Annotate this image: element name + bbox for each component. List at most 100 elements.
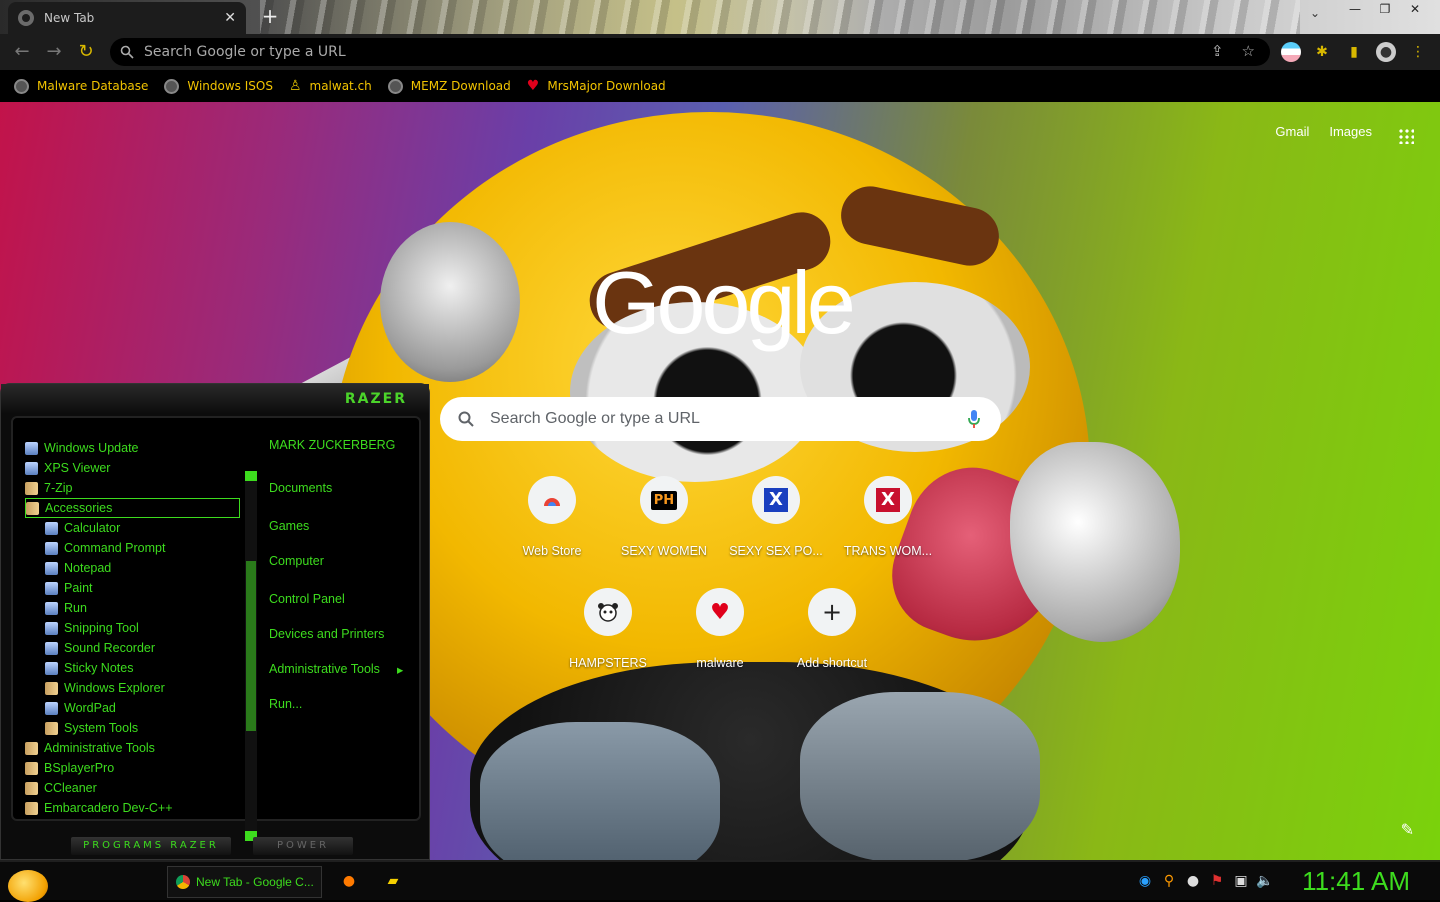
program-item[interactable]: BSplayerPro [25, 758, 240, 778]
control-panel-link[interactable]: Control Panel [269, 592, 419, 606]
flag-extension-icon[interactable] [1281, 42, 1301, 62]
menu-kebab-icon[interactable]: ⋮ [1408, 42, 1428, 62]
run-link[interactable]: Run... [269, 697, 419, 711]
bookmark-label: MEMZ Download [410, 79, 511, 93]
program-item[interactable]: Calculator [25, 518, 240, 538]
program-item[interactable]: Windows Update [25, 438, 240, 458]
close-window-button[interactable]: ✕ [1400, 0, 1430, 18]
tab-close-icon[interactable]: ✕ [224, 10, 236, 26]
programs-scrollbar[interactable] [245, 471, 257, 841]
tray-circle-icon[interactable]: ● [1184, 872, 1202, 890]
program-label: Notepad [64, 561, 112, 575]
bookmark-windows-isos[interactable]: Windows ISOS [164, 78, 273, 94]
bookmark-label: Windows ISOS [187, 79, 273, 93]
power-button[interactable]: POWER [253, 837, 353, 855]
shortcut-label: SEXY WOMEN [621, 544, 707, 558]
bookmark-label: Malware Database [37, 79, 149, 93]
program-icon [45, 661, 58, 675]
program-item[interactable]: Run [25, 598, 240, 618]
program-label: Run [64, 601, 87, 615]
action-center-flag-icon[interactable]: ⚑ [1208, 872, 1226, 890]
program-item[interactable]: XPS Viewer [25, 458, 240, 478]
tab-search-chevron-icon[interactable]: ⌄ [1310, 6, 1320, 20]
folder-icon[interactable]: ▰ [384, 872, 402, 890]
folder-icon [25, 481, 38, 495]
new-tab-button[interactable]: + [258, 5, 282, 29]
bookmark-mrsmajor-download[interactable]: ♥ MrsMajor Download [527, 78, 666, 94]
folder-icon [25, 741, 38, 755]
shortcut-trans-wom[interactable]: X TRANS WOM... [832, 476, 944, 588]
program-item[interactable]: Sound Recorder [25, 638, 240, 658]
omnibox-input[interactable]: Search Google or type a URL [110, 38, 1270, 66]
devices-printers-link[interactable]: Devices and Printers [269, 627, 419, 641]
scrollbar-thumb[interactable] [246, 561, 256, 731]
images-link[interactable]: Images [1329, 124, 1372, 139]
hamster-icon [584, 588, 632, 636]
program-item[interactable]: WordPad [25, 698, 240, 718]
tab-new-tab[interactable]: New Tab ✕ [8, 2, 246, 34]
bookmark-malware-database[interactable]: Malware Database [14, 78, 149, 94]
taskbar-clock[interactable]: 11:41 AM [1302, 866, 1410, 897]
documents-link[interactable]: Documents [269, 481, 419, 495]
shortcut-sexy-women[interactable]: PH SEXY WOMEN [608, 476, 720, 588]
shortcut-sexy-sex-po[interactable]: X SEXY SEX PO... [720, 476, 832, 588]
program-item[interactable]: Accessories [25, 498, 240, 518]
bookmark-malwatch[interactable]: ♙ malwat.ch [289, 78, 372, 94]
network-monitor-icon[interactable]: ▣ [1232, 872, 1250, 890]
program-item[interactable]: Command Prompt [25, 538, 240, 558]
gmail-link[interactable]: Gmail [1275, 124, 1309, 139]
games-link[interactable]: Games [269, 519, 419, 533]
network-globe-icon[interactable]: ◉ [1136, 872, 1154, 890]
reload-icon[interactable]: ↻ [70, 36, 102, 68]
volume-icon[interactable]: 🔈 [1256, 872, 1274, 890]
user-name[interactable]: MARK ZUCKERBERG [269, 438, 419, 452]
search-tray-icon[interactable]: ⚲ [1160, 872, 1178, 890]
extensions-puzzle-icon[interactable]: ✱ [1312, 42, 1332, 62]
scroll-up-button[interactable] [245, 471, 257, 481]
restore-button[interactable]: ❐ [1370, 0, 1400, 18]
shortcut-label: Add shortcut [796, 656, 868, 670]
x-glyph: X [876, 488, 900, 512]
program-item[interactable]: CCleaner [25, 778, 240, 798]
bookmark-star-icon[interactable]: ☆ [1242, 42, 1255, 60]
firefox-icon[interactable]: ● [340, 872, 358, 890]
shortcut-web-store[interactable]: Web Store [496, 476, 608, 588]
program-item[interactable]: Windows Explorer [25, 678, 240, 698]
shortcut-malware[interactable]: ♥ malware [664, 588, 776, 700]
program-item[interactable]: Embarcadero Dev-C++ [25, 798, 240, 818]
bookmark-label: malwat.ch [309, 79, 372, 93]
program-item[interactable]: Paint [25, 578, 240, 598]
minimize-button[interactable]: — [1340, 0, 1370, 18]
taskbar-chrome-button[interactable]: New Tab - Google C... [167, 866, 322, 898]
folder-icon [25, 801, 38, 815]
computer-link[interactable]: Computer [269, 554, 419, 568]
program-item[interactable]: Administrative Tools [25, 738, 240, 758]
start-orb-icon[interactable] [8, 870, 48, 902]
shortcut-hampsters[interactable]: HAMPSTERS [552, 588, 664, 700]
bookmark-label: MrsMajor Download [547, 79, 666, 93]
all-programs-button[interactable]: PROGRAMS RAZER [71, 837, 231, 855]
administrative-tools-link[interactable]: Administrative Tools ▸ [269, 662, 419, 677]
program-label: Sound Recorder [64, 641, 156, 655]
background-shoe-left [480, 722, 720, 860]
program-item[interactable]: Sticky Notes [25, 658, 240, 678]
customize-pencil-icon[interactable]: ✎ [1401, 820, 1414, 839]
microphone-icon[interactable] [967, 409, 981, 429]
program-label: 7-Zip [44, 481, 73, 495]
folder-icon [45, 721, 58, 735]
side-panel-icon[interactable]: ▮ [1344, 42, 1364, 62]
bookmark-memz-download[interactable]: MEMZ Download [387, 78, 511, 94]
folder-icon [25, 761, 38, 775]
profile-avatar-icon[interactable]: ● [1376, 42, 1396, 62]
forward-arrow-icon[interactable]: → [38, 36, 70, 68]
ntp-search-box[interactable]: Search Google or type a URL [440, 397, 1001, 441]
google-apps-grid-icon[interactable] [1398, 128, 1414, 144]
program-item[interactable]: 7-Zip [25, 478, 240, 498]
submenu-arrow-icon: ▸ [397, 663, 404, 677]
program-item[interactable]: Snipping Tool [25, 618, 240, 638]
program-item[interactable]: Notepad [25, 558, 240, 578]
shortcut-add[interactable]: + Add shortcut [776, 588, 888, 700]
program-item[interactable]: System Tools [25, 718, 240, 738]
share-icon[interactable]: ⇪ [1211, 42, 1224, 60]
back-arrow-icon[interactable]: ← [6, 36, 38, 68]
